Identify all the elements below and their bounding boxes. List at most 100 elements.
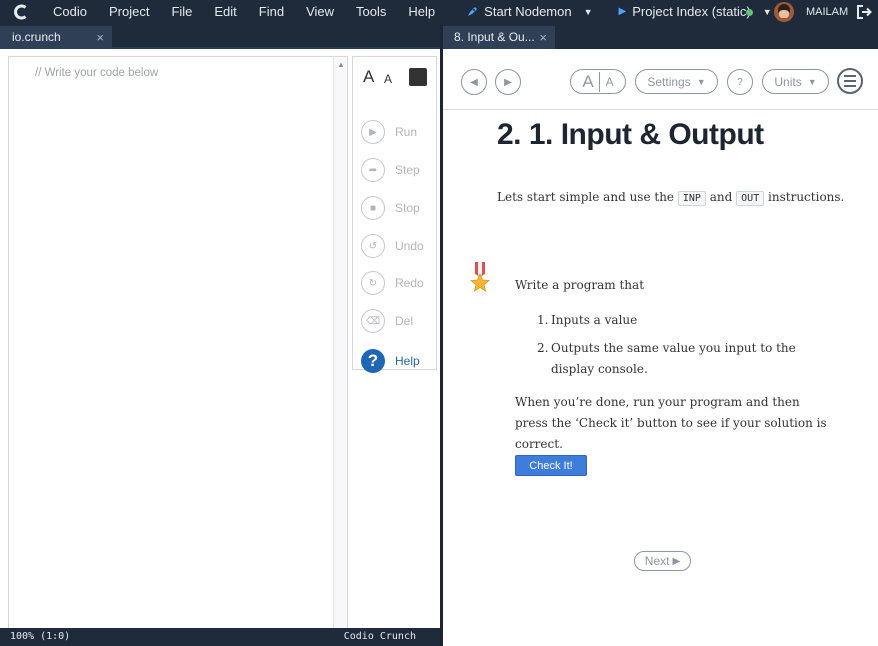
help-button[interactable]: ? Help	[361, 348, 433, 374]
placeholder-comment: // Write your code below	[35, 67, 159, 79]
undo-label: Undo	[395, 239, 424, 253]
list-number: 1.	[537, 313, 549, 327]
zoom-cursor-status: 100% (1:0)	[10, 631, 71, 642]
menu-codio[interactable]: Codio	[42, 0, 98, 24]
stop-button[interactable]: ■ Stop	[361, 195, 433, 221]
project-index-label: Project Index (static)	[632, 4, 751, 19]
menu-help[interactable]: Help	[397, 0, 446, 24]
step-button[interactable]: ➦ Step	[361, 157, 433, 183]
tab-label: io.crunch	[12, 30, 61, 44]
font-size-toggle[interactable]: A A	[570, 69, 626, 94]
crunch-tool-panel: A A ▶ Run ➦ Step ■ Stop ↺ Undo ↻ Redo ⌫ …	[352, 56, 437, 373]
editor-status-bar: 100% (1:0) Codio Crunch	[0, 628, 440, 646]
codio-logo-icon[interactable]	[8, 0, 34, 24]
step-label: Step	[395, 163, 420, 177]
step-arrow-icon: ➦	[361, 158, 385, 182]
arrow-left-icon: ◀	[470, 76, 478, 88]
menu-find[interactable]: Find	[248, 0, 295, 24]
tab-label: 8. Input & Ou...	[454, 30, 535, 44]
user-name[interactable]: MAILAM	[806, 0, 848, 24]
delete-button[interactable]: ⌫ Del	[361, 308, 433, 334]
arrow-right-icon: ▶	[504, 76, 512, 88]
tab-guide[interactable]: 8. Input & Ou... ×	[443, 26, 555, 49]
next-page-button[interactable]: ▶	[495, 69, 521, 95]
run-button[interactable]: ▶ Run	[361, 119, 433, 145]
start-nodemon-button[interactable]: Start Nodemon ▼	[456, 0, 602, 24]
online-status-icon	[746, 9, 753, 16]
list-number: 2.	[537, 341, 549, 355]
previous-page-button[interactable]: ◀	[461, 69, 487, 95]
intro-before: Lets start simple and use the	[497, 190, 675, 204]
menu-project[interactable]: Project	[98, 0, 160, 24]
settings-button[interactable]: Settings ▼	[635, 69, 718, 94]
medal-icon	[469, 262, 491, 294]
task-lead: Write a program that	[515, 278, 645, 292]
avatar[interactable]	[774, 2, 794, 22]
chevron-down-icon[interactable]: ▼	[584, 0, 593, 24]
chevron-down-icon: ▼	[807, 76, 817, 87]
backspace-icon: ⌫	[361, 309, 385, 333]
menu-tools[interactable]: Tools	[345, 0, 397, 24]
font-decrease-button[interactable]: A	[384, 72, 392, 86]
page-title: 2. 1. Input & Output	[497, 118, 764, 151]
intro-after: instructions.	[768, 190, 845, 204]
question-icon: ?	[361, 349, 385, 373]
menu-view[interactable]: View	[295, 0, 345, 24]
project-index-button[interactable]: ▶ Project Index (static) ▼	[609, 0, 782, 24]
list-item: 2. Outputs the same value you input to t…	[537, 338, 837, 380]
guide-content: 2. 1. Input & Output Lets start simple a…	[443, 110, 878, 646]
task-list: 1. Inputs a value 2. Outputs the same va…	[537, 310, 837, 387]
next-label: Next	[644, 554, 670, 568]
list-text: Outputs the same value you input to the …	[551, 341, 796, 376]
redo-button[interactable]: ↻ Redo	[361, 270, 433, 296]
play-icon: ▶	[361, 120, 385, 144]
logout-icon[interactable]	[855, 3, 873, 21]
menu-file[interactable]: File	[160, 0, 203, 24]
code-inp: INP	[677, 191, 706, 206]
scroll-up-icon[interactable]: ▲	[337, 60, 345, 69]
units-button[interactable]: Units ▼	[762, 69, 829, 94]
font-decrease-button[interactable]: A	[600, 75, 614, 89]
tab-io-crunch[interactable]: io.crunch ×	[0, 26, 112, 49]
start-nodemon-label: Start Nodemon	[484, 4, 572, 19]
theme-toggle-button[interactable]	[409, 68, 427, 86]
help-label: Help	[395, 354, 420, 368]
close-icon[interactable]: ×	[539, 26, 547, 49]
arrow-right-icon: ▶	[672, 555, 681, 567]
guide-toolbar: ◀ ▶ A A Settings ▼ ? Units ▼	[443, 49, 878, 110]
font-increase-button[interactable]: A	[363, 67, 374, 87]
guide-pane: 8. Input & Ou... × ◀ ▶ A A Settings ▼ ? …	[443, 24, 878, 646]
redo-icon: ↻	[361, 271, 385, 295]
code-out: OUT	[736, 191, 765, 206]
list-item: 1. Inputs a value	[537, 310, 837, 331]
undo-icon: ↺	[361, 234, 385, 258]
editor-pane: io.crunch × // Write your code below ▲ ▼…	[0, 24, 440, 646]
intro-paragraph: Lets start simple and use the INP and OU…	[497, 190, 845, 206]
file-mode-status: Codio Crunch	[343, 631, 416, 642]
close-icon[interactable]: ×	[96, 26, 104, 49]
chevron-down-icon[interactable]: ▼	[763, 0, 772, 24]
run-label: Run	[395, 125, 418, 139]
redo-label: Redo	[395, 276, 424, 290]
play-icon: ▶	[618, 6, 627, 17]
next-button[interactable]: Next ▶	[634, 551, 691, 571]
editor-scrollbar[interactable]: ▲ ▼	[333, 57, 347, 646]
menu-edit[interactable]: Edit	[203, 0, 247, 24]
question-icon: ?	[737, 76, 743, 88]
units-label: Units	[774, 74, 802, 89]
check-it-button[interactable]: Check It!	[515, 455, 587, 476]
undo-button[interactable]: ↺ Undo	[361, 233, 433, 259]
guide-tab-bar: 8. Input & Ou... ×	[443, 24, 878, 49]
list-text: Inputs a value	[551, 313, 638, 327]
guide-help-button[interactable]: ?	[727, 69, 753, 95]
code-editor[interactable]: // Write your code below ▲ ▼	[8, 56, 348, 646]
stop-label: Stop	[395, 201, 420, 215]
font-increase-button[interactable]: A	[582, 71, 600, 92]
rocket-icon	[468, 7, 478, 16]
font-size-controls: A A	[363, 67, 429, 87]
delete-label: Del	[395, 314, 414, 328]
editor-tab-bar: io.crunch ×	[0, 24, 440, 49]
stop-icon: ■	[361, 196, 385, 220]
chevron-down-icon: ▼	[696, 76, 706, 87]
hamburger-menu-icon[interactable]	[837, 68, 863, 94]
